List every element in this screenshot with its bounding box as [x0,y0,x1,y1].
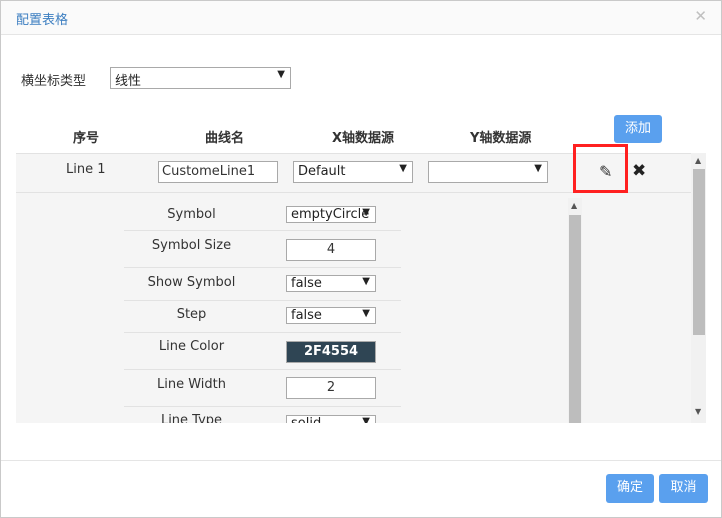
line-type-select[interactable]: solid ▼ [286,415,376,423]
scroll-up-icon[interactable]: ▲ [695,156,701,165]
chevron-down-icon: ▼ [362,416,370,423]
chevron-down-icon: ▼ [362,308,370,319]
prop-row-symbol: Symbol emptyCircle ▼ [124,198,401,231]
prop-row-line-color: Line Color 2F4554 [124,333,401,370]
symbol-value: emptyCircle [291,207,370,222]
chevron-down-icon: ▼ [399,163,407,174]
line-properties-panel: Symbol emptyCircle ▼ Symbol Size 4 Show … [124,198,401,423]
show-symbol-value: false [291,276,322,291]
xaxis-type-label: 横坐标类型 [21,74,87,89]
header-y-source: Y轴数据源 [470,131,532,146]
scroll-up-icon[interactable]: ▲ [571,201,577,210]
x-source-value: Default [298,164,346,179]
show-symbol-select[interactable]: false ▼ [286,275,376,292]
header-curve-name: 曲线名 [205,131,245,146]
chevron-down-icon: ▼ [362,207,370,218]
y-source-select[interactable]: ▼ [428,161,548,183]
prop-label: Step [176,307,207,322]
prop-label: Line Width [157,377,226,392]
footer-divider [1,460,721,461]
chevron-down-icon: ▼ [362,276,370,287]
prop-row-show-symbol: Show Symbol false ▼ [124,268,401,301]
chevron-down-icon: ▼ [277,69,285,80]
table-scrollbar[interactable]: ▲ ▼ [691,153,706,423]
header-x-source: X轴数据源 [332,131,395,146]
delete-icon[interactable]: ✖ [632,161,646,181]
prop-label: Line Color [158,339,225,354]
row-index: Line 1 [66,162,106,177]
properties-scrollbar[interactable]: ▲ [568,198,582,423]
prop-label: Symbol [167,207,216,222]
header-index: 序号 [73,131,100,146]
properties-scrollbar-thumb[interactable] [569,215,581,423]
line-width-input[interactable]: 2 [286,377,376,399]
highlight-annotation [573,144,628,193]
ok-button[interactable]: 确定 [606,474,654,503]
xaxis-type-value: 线性 [115,74,142,89]
prop-row-line-width: Line Width 2 [124,370,401,407]
line-type-value: solid [291,416,321,423]
close-icon[interactable]: ✕ [694,7,707,25]
prop-label: Show Symbol [147,275,236,290]
step-select[interactable]: false ▼ [286,307,376,324]
symbol-size-input[interactable]: 4 [286,239,376,261]
xaxis-type-select[interactable]: 线性 ▼ [110,67,291,89]
prop-row-line-type: Line Type solid ▼ [124,407,401,423]
dialog-titlebar: 配置表格 ✕ [1,1,721,35]
config-table-dialog: 配置表格 ✕ 横坐标类型 线性 ▼ 序号 曲线名 X轴数据源 Y轴数据源 添加 … [0,0,722,518]
cancel-button[interactable]: 取消 [659,474,708,503]
table-scrollbar-thumb[interactable] [693,169,705,335]
dialog-title: 配置表格 [16,13,69,28]
prop-row-step: Step false ▼ [124,301,401,333]
line-color-swatch[interactable]: 2F4554 [286,341,376,363]
table-body: Line 1 CustomeLine1 Default ▼ ▼ ✎ ✖ Symb… [16,153,706,423]
prop-label: Line Type [160,413,223,423]
symbol-select[interactable]: emptyCircle ▼ [286,206,376,223]
step-value: false [291,308,322,323]
chevron-down-icon: ▼ [534,163,542,174]
prop-label: Symbol Size [151,238,232,253]
add-button[interactable]: 添加 [614,115,662,143]
prop-row-symbol-size: Symbol Size 4 [124,231,401,268]
x-source-select[interactable]: Default ▼ [293,161,413,183]
scroll-down-icon[interactable]: ▼ [695,407,701,416]
curve-name-input[interactable]: CustomeLine1 [158,161,278,183]
